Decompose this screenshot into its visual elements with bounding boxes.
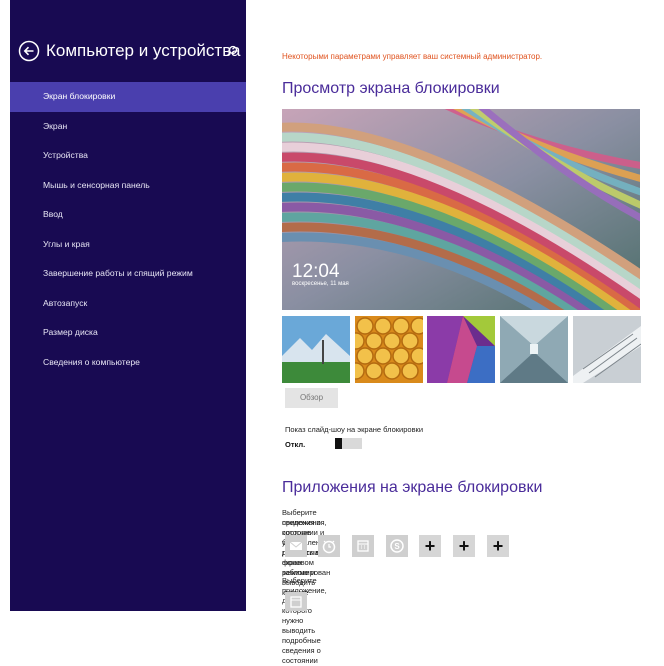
lock-date: воскресенье, 11 мая: [292, 281, 349, 287]
sidebar-item-lock-screen[interactable]: Экран блокировки: [10, 82, 246, 112]
plus-icon: +: [492, 536, 504, 556]
add-app-button-2[interactable]: +: [453, 535, 475, 557]
wallpaper-thumb-geometric[interactable]: [427, 316, 495, 383]
sidebar-item-autoplay[interactable]: Автозапуск: [10, 289, 246, 319]
sidebar-item-power-sleep[interactable]: Завершение работы и спящий режим: [10, 259, 246, 289]
wallpaper-thumb-mountains[interactable]: [282, 316, 350, 383]
mail-icon: [289, 541, 303, 550]
wallpaper-thumbnails: [282, 316, 641, 383]
add-app-button-3[interactable]: +: [487, 535, 509, 557]
calendar-icon: [290, 596, 302, 608]
plus-icon: +: [458, 536, 470, 556]
app-slot-calendar[interactable]: [352, 535, 374, 557]
browse-button[interactable]: Обзор: [285, 388, 338, 408]
back-arrow-icon[interactable]: [18, 40, 40, 62]
app-slot-skype[interactable]: S: [386, 535, 408, 557]
lock-screen-preview: 12:04 воскресенье, 11 мая: [282, 109, 640, 310]
slideshow-label: Показ слайд-шоу на экране блокировки: [285, 425, 424, 434]
wallpaper-thumb-piano[interactable]: [573, 316, 641, 383]
sidebar-item-typing[interactable]: Ввод: [10, 200, 246, 230]
sidebar-item-corners-edges[interactable]: Углы и края: [10, 230, 246, 260]
sidebar-title: Компьютер и устройства: [46, 41, 241, 60]
calendar-icon: [357, 540, 369, 552]
plus-icon: +: [424, 536, 436, 556]
app-slot-alarms[interactable]: [318, 535, 340, 557]
sidebar: Компьютер и устройства Экран блокировки …: [10, 0, 246, 611]
sidebar-item-display[interactable]: Экран: [10, 112, 246, 142]
sidebar-item-disk-space[interactable]: Размер диска: [10, 318, 246, 348]
detailed-status-app-slot[interactable]: [285, 592, 307, 611]
detailed-status-description: Выберите приложение, для которого нужно …: [282, 576, 327, 665]
alarm-icon: [322, 540, 336, 554]
skype-icon: S: [390, 539, 404, 553]
toggle-thumb: [335, 438, 342, 449]
add-app-button-1[interactable]: +: [419, 535, 441, 557]
search-icon[interactable]: [224, 43, 240, 59]
slideshow-toggle[interactable]: [335, 438, 362, 449]
app-slot-mail[interactable]: [285, 535, 307, 557]
admin-notice: Некоторыми параметрами управляет ваш сис…: [282, 52, 543, 61]
wallpaper-thumb-tunnel[interactable]: [500, 316, 568, 383]
wallpaper-thumb-honeycomb[interactable]: [355, 316, 423, 383]
preview-heading: Просмотр экрана блокировки: [282, 80, 500, 97]
slideshow-toggle-state: Откл.: [285, 440, 306, 449]
sidebar-nav: Экран блокировки Экран Устройства Мышь и…: [10, 82, 246, 377]
lock-time: 12:04: [292, 261, 340, 282]
apps-heading: Приложения на экране блокировки: [282, 479, 543, 496]
sidebar-item-mouse-touchpad[interactable]: Мышь и сенсорная панель: [10, 171, 246, 201]
sidebar-item-pc-info[interactable]: Сведения о компьютере: [10, 348, 246, 378]
sidebar-item-devices[interactable]: Устройства: [10, 141, 246, 171]
svg-text:S: S: [394, 542, 400, 551]
